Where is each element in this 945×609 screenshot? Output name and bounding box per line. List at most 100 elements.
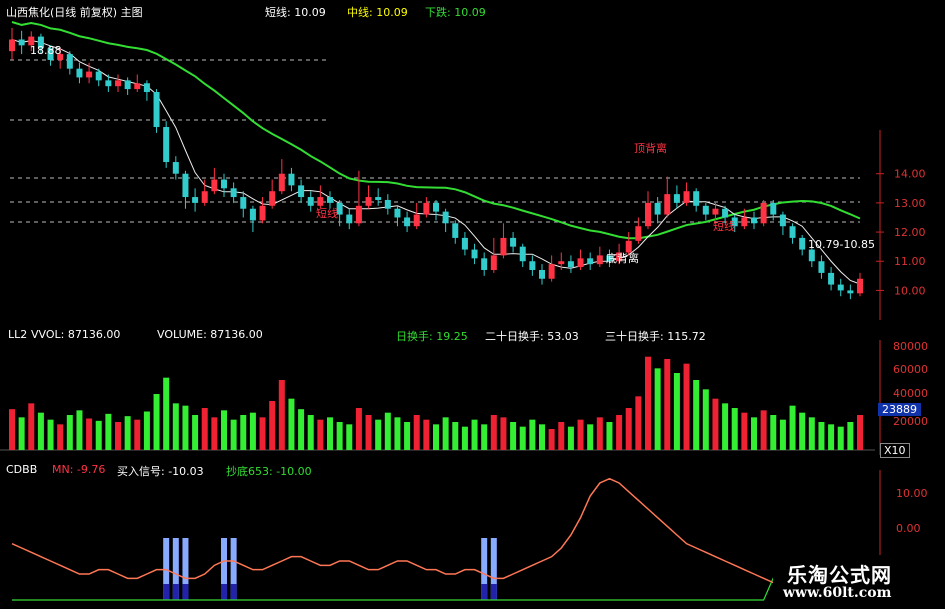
vol-bar-49 — [481, 424, 488, 450]
vol-bar-12 — [124, 416, 131, 450]
candle-body-14 — [143, 83, 150, 93]
candle-body-54 — [529, 261, 536, 270]
vol-bar-50 — [490, 415, 497, 450]
vol-bar-16 — [163, 377, 170, 450]
vol-bar-40 — [394, 417, 401, 450]
candle-body-12 — [124, 80, 131, 90]
ind-name: CDBB — [6, 463, 38, 476]
legend-down: 下跌: 10.09 — [425, 6, 486, 19]
candle-body-82 — [799, 237, 806, 250]
vol-bar-51 — [500, 417, 507, 450]
vol-bar-5 — [57, 424, 64, 450]
vol-bar-63 — [616, 415, 623, 450]
price-panel[interactable]: 14.00 13.00 12.00 11.00 10.00 山西焦化(日线 前复权) 主… — [0, 0, 945, 325]
candle-body-77 — [751, 217, 757, 224]
vol-bar-52 — [510, 422, 517, 450]
vol-bar-64 — [625, 408, 632, 450]
vol-bar-84 — [818, 422, 825, 450]
signal-base-5 — [481, 584, 488, 600]
candle-body-84 — [818, 261, 825, 273]
vol-tick-0: 80000 — [893, 340, 928, 353]
volume-panel[interactable]: LL2 VVOL: 87136.00 VOLUME: 87136.00 日换手:… — [0, 325, 945, 460]
candle-body-7 — [76, 68, 83, 78]
candle-body-72 — [702, 205, 709, 215]
candle-body-8 — [86, 71, 93, 78]
vol-bar-2 — [28, 403, 35, 450]
volume-chart[interactable] — [0, 325, 945, 460]
annotation-top: 顶背离 — [634, 142, 667, 155]
candle-body-53 — [519, 246, 526, 262]
vol-t10: 日换手: 19.25 — [396, 330, 468, 343]
candle-body-44 — [433, 202, 439, 212]
candle-body-41 — [404, 217, 411, 227]
candle-body-10 — [105, 80, 112, 87]
vol-vvol: VVOL: 87136.00 — [31, 328, 121, 341]
candle-body-70 — [683, 191, 690, 203]
vol-bar-18 — [182, 405, 189, 450]
candle-body-71 — [693, 191, 700, 206]
vol-tick-3: 20000 — [893, 415, 928, 428]
vol-bar-44 — [433, 424, 439, 450]
vol-bar-74 — [722, 403, 729, 450]
signal-base-6 — [490, 584, 497, 600]
vol-bar-72 — [702, 389, 709, 450]
candle-body-56 — [548, 264, 555, 279]
vol-bar-86 — [837, 426, 844, 450]
candle-body-35 — [346, 214, 353, 224]
vol-bar-33 — [327, 417, 333, 450]
vol-bar-34 — [336, 422, 343, 450]
price-tick-label-1: 13.00 — [894, 197, 926, 210]
vol-bar-82 — [799, 412, 806, 450]
vol-bar-58 — [567, 426, 574, 450]
candle-body-87 — [847, 290, 854, 294]
candle-body-68 — [664, 194, 671, 215]
candle-body-25 — [249, 208, 256, 221]
vol-bar-80 — [779, 419, 786, 450]
vol-unit: X10 — [880, 443, 910, 458]
vol-bar-73 — [712, 398, 719, 450]
vol-bar-8 — [86, 418, 93, 450]
candle-body-38 — [375, 197, 382, 200]
vol-bar-43 — [423, 419, 430, 450]
vol-bar-48 — [471, 419, 478, 450]
price-chart[interactable]: 14.00 13.00 12.00 11.00 10.00 — [0, 0, 945, 325]
vol-bar-56 — [548, 429, 555, 450]
signal-base-1 — [172, 584, 179, 600]
vol-bar-46 — [452, 422, 459, 450]
candle-body-69 — [673, 194, 680, 203]
ind-tick-1: 0.00 — [896, 522, 921, 535]
price-tick-label-3: 11.00 — [894, 255, 926, 268]
candle-body-15 — [153, 92, 160, 128]
candle-body-20 — [201, 191, 208, 203]
series-shortline — [11, 39, 861, 285]
vol-bar-28 — [278, 380, 285, 450]
vol-bar-26 — [259, 417, 266, 450]
candle-body-39 — [384, 199, 391, 209]
candle-body-46 — [452, 223, 459, 238]
vol-bar-21 — [211, 417, 218, 450]
candle-body-31 — [307, 197, 314, 206]
vol-bar-36 — [355, 408, 362, 450]
watermark-cn: 乐淘公式网 — [787, 563, 892, 587]
series-bottom-line — [12, 577, 860, 601]
watermark-url: www.60lt.com — [783, 585, 892, 601]
vol-bar-69 — [673, 373, 680, 450]
vol-bar-76 — [741, 412, 748, 450]
legend-mid: 中线: 10.09 — [347, 6, 408, 19]
vol-bar-3 — [37, 412, 44, 450]
vol-bar-14 — [143, 411, 150, 450]
vol-bar-83 — [808, 417, 815, 450]
vol-current: 23889 — [878, 403, 921, 416]
vol-bar-0 — [9, 409, 15, 450]
vol-bar-47 — [461, 426, 468, 450]
candle-body-57 — [558, 261, 565, 265]
candle-body-28 — [278, 173, 285, 192]
price-tick-label-2: 12.00 — [894, 226, 926, 239]
candle-body-26 — [259, 205, 266, 221]
candle-body-58 — [567, 261, 574, 268]
watermark: 乐淘公式网 www.60lt.com — [773, 555, 945, 609]
vol-bar-59 — [577, 419, 584, 450]
candle-body-42 — [413, 214, 420, 227]
candle-body-17 — [172, 162, 179, 174]
candle-body-21 — [211, 179, 218, 192]
